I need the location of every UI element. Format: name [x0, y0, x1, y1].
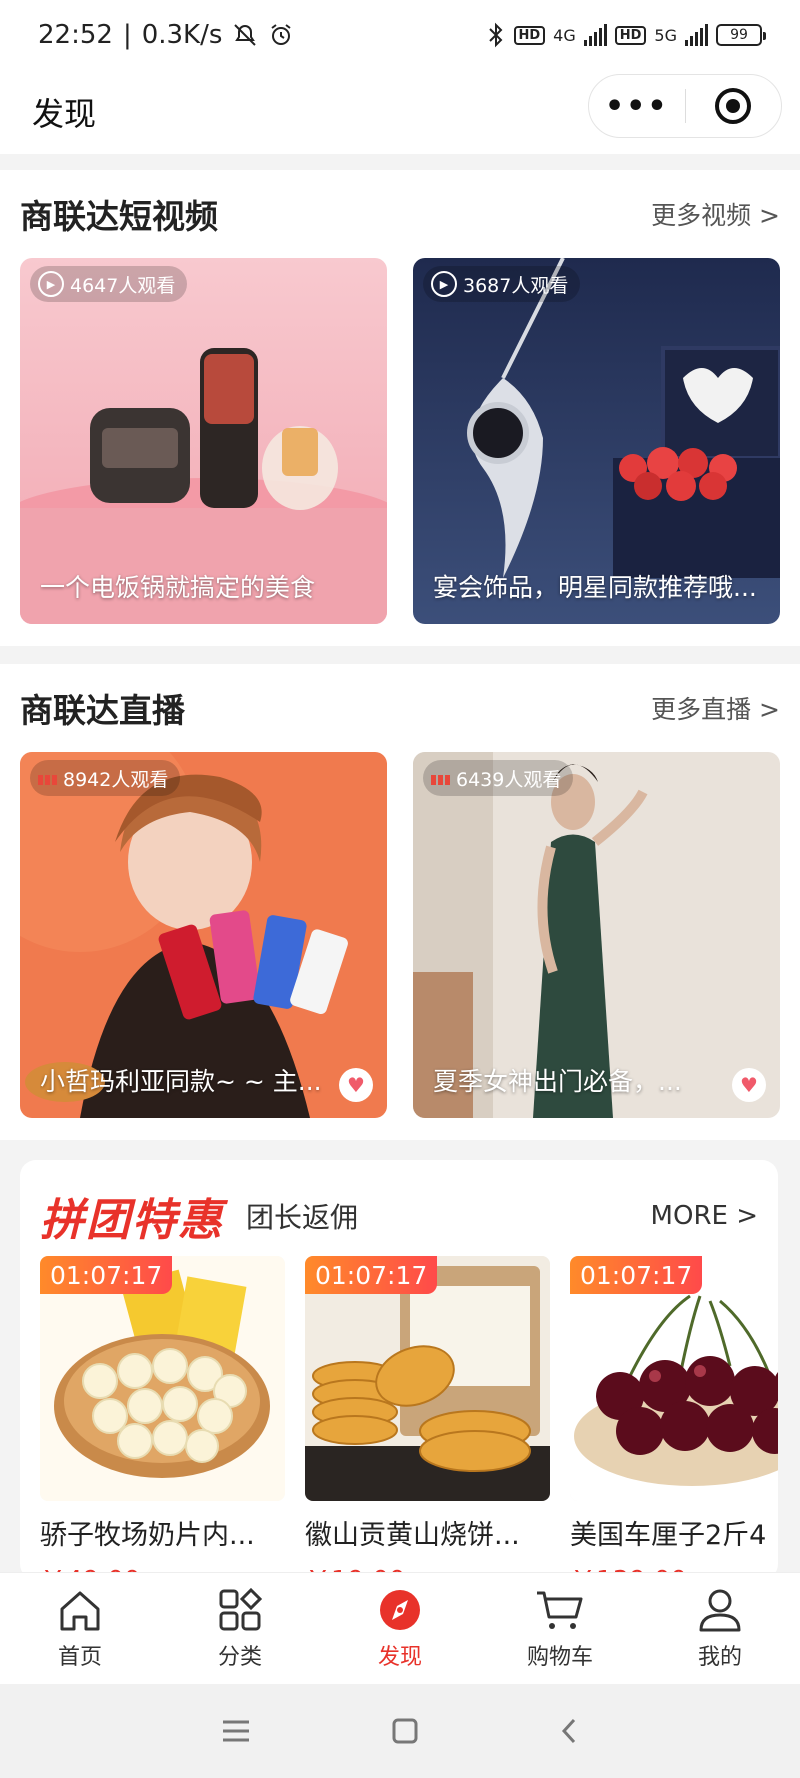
home-icon	[60, 1591, 100, 1630]
network-type-2: 5G	[654, 25, 677, 45]
signal-icon	[583, 24, 607, 46]
product-name: 徽山贡黄山烧饼...	[305, 1520, 520, 1551]
more-videos-link[interactable]: 更多视频 >	[651, 196, 780, 232]
target-icon	[715, 88, 752, 124]
group-buy-section: 拼团特惠 团长返佣 MORE > 01:07:17 骄子牧场奶片内... 01:…	[20, 1160, 778, 1580]
signal-icon-2	[685, 24, 708, 46]
category-icon	[219, 1587, 263, 1630]
bluetooth-icon	[488, 22, 502, 48]
hd-badge: HD	[513, 25, 546, 45]
view-count: 3687人观看	[463, 274, 569, 297]
play-icon: ▶	[38, 271, 64, 297]
live-caption: 小哲玛利亚同款~ ~ 主...	[40, 1067, 322, 1096]
menu-icon[interactable]	[221, 1718, 251, 1744]
group-buy-title: 拼团特惠	[40, 1195, 224, 1246]
page: 22:52 | 0.3K/s HD 4G HD 5G 99 发现 ••• 商联达…	[0, 0, 800, 1778]
tab-category[interactable]: 分类	[160, 1573, 320, 1684]
live-card[interactable]: 8942人观看 小哲玛利亚同款~ ~ 主... ♥	[20, 752, 387, 1118]
cart-icon	[537, 1591, 583, 1629]
status-divider: |	[122, 20, 132, 50]
view-count-badge: ▶ 3687人观看	[423, 266, 581, 302]
like-heart-icon[interactable]: ♥	[339, 1068, 373, 1102]
product-card[interactable]: 01:07:17 徽山贡黄山烧饼... ￥19.00	[305, 1256, 550, 1580]
hd-badge-2: HD	[614, 25, 647, 45]
product-name: 美国车厘子2斤4	[570, 1520, 767, 1551]
video-card[interactable]: ▶ 4647人观看 一个电饭锅就搞定的美食	[20, 258, 387, 624]
mute-icon	[234, 24, 257, 46]
video-caption: 宴会饰品，明星同款推荐哦...	[433, 573, 757, 602]
view-count-badge: 6439人观看	[423, 760, 574, 796]
mini-program-capsule: •••	[588, 74, 782, 138]
compass-icon	[380, 1589, 420, 1630]
play-icon: ▶	[431, 271, 457, 297]
product-image: 01:07:17	[305, 1256, 550, 1501]
bottom-tab-bar: 首页 分类 发现 购物车 我的	[0, 1572, 800, 1684]
group-buy-more-link[interactable]: MORE >	[651, 1201, 758, 1231]
view-count-badge: 8942人观看	[30, 760, 181, 796]
product-image: 01:07:17	[570, 1256, 778, 1501]
product-image: 01:07:17	[40, 1256, 285, 1501]
live-card[interactable]: 6439人观看 夏季女神出门必备，... ♥	[413, 752, 780, 1118]
video-caption: 一个电饭锅就搞定的美食	[40, 573, 316, 602]
view-count-badge: ▶ 4647人观看	[30, 266, 188, 302]
tab-label: 首页	[57, 1644, 102, 1670]
tab-home[interactable]: 首页	[0, 1573, 160, 1684]
tab-label: 发现	[377, 1644, 422, 1670]
live-indicator-icon	[38, 771, 57, 785]
live-caption: 夏季女神出门必备，...	[433, 1067, 682, 1096]
alarm-icon	[271, 24, 292, 45]
tab-cart[interactable]: 购物车	[480, 1573, 640, 1684]
home-square-icon[interactable]	[391, 1717, 419, 1745]
product-name: 骄子牧场奶片内...	[40, 1520, 255, 1551]
status-bar: 22:52 | 0.3K/s HD 4G HD 5G 99	[0, 0, 800, 70]
countdown-timer: 01:07:17	[305, 1256, 438, 1294]
status-time: 22:52	[38, 20, 113, 50]
live-section: 商联达直播 更多直播 > 8942人观看 小哲玛利亚同款~ ~ 主... ♥ 6…	[0, 664, 800, 1140]
close-mini-program-button[interactable]	[686, 88, 782, 124]
page-title: 发现	[32, 95, 97, 133]
back-icon[interactable]	[559, 1717, 579, 1745]
view-count: 4647人观看	[70, 274, 176, 297]
tab-profile[interactable]: 我的	[640, 1573, 800, 1684]
tab-label: 我的	[697, 1644, 742, 1670]
nav-header: 发现 •••	[0, 70, 800, 154]
countdown-timer: 01:07:17	[570, 1256, 703, 1294]
live-section-title: 商联达直播	[20, 691, 185, 730]
more-live-link[interactable]: 更多直播 >	[651, 690, 780, 726]
tab-label: 分类	[217, 1644, 262, 1670]
view-count: 6439人观看	[456, 768, 562, 791]
like-heart-icon[interactable]: ♥	[732, 1068, 766, 1102]
battery-icon: 99	[716, 24, 766, 46]
user-icon	[699, 1589, 741, 1631]
video-section: 商联达短视频 更多视频 > ▶ 4647人观看 一个电饭锅就搞定的美食 ▶ 36…	[0, 170, 800, 646]
video-section-title: 商联达短视频	[20, 197, 218, 236]
countdown-timer: 01:07:17	[40, 1256, 173, 1294]
view-count: 8942人观看	[63, 768, 169, 791]
tab-discover[interactable]: 发现	[320, 1573, 480, 1684]
live-indicator-icon	[431, 771, 450, 785]
video-card[interactable]: ▶ 3687人观看 宴会饰品，明星同款推荐哦...	[413, 258, 780, 624]
group-buy-subtitle: 团长返佣	[246, 1201, 359, 1234]
tab-label: 购物车	[526, 1644, 593, 1670]
product-card[interactable]: 01:07:17 美国车厘子2斤4 ￥139.00	[570, 1256, 778, 1580]
system-nav-bar	[0, 1684, 800, 1778]
network-type: 4G	[553, 25, 576, 45]
more-menu-button[interactable]: •••	[589, 89, 685, 124]
status-speed: 0.3K/s	[141, 20, 223, 50]
product-card[interactable]: 01:07:17 骄子牧场奶片内... ￥49.00	[40, 1256, 285, 1580]
